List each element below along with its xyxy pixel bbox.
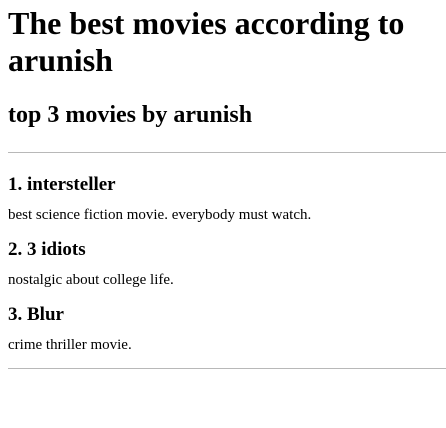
- movie-description-1: best science fiction movie. everybody mu…: [8, 207, 312, 223]
- movie-heading-3: 3. Blur: [8, 304, 64, 325]
- divider-bottom: [8, 368, 446, 369]
- movie-description-2: nostalgic about college life.: [8, 272, 174, 288]
- page-content: The best movies according to arunish top…: [0, 0, 446, 369]
- page-title: The best movies according to arunish: [8, 5, 405, 78]
- divider-top: [8, 152, 446, 153]
- movie-description-3: crime thriller movie.: [8, 337, 132, 353]
- movie-heading-1: 1. intersteller: [8, 174, 116, 195]
- movie-heading-2: 2. 3 idiots: [8, 239, 86, 260]
- page-subtitle: top 3 movies by arunish: [8, 102, 253, 128]
